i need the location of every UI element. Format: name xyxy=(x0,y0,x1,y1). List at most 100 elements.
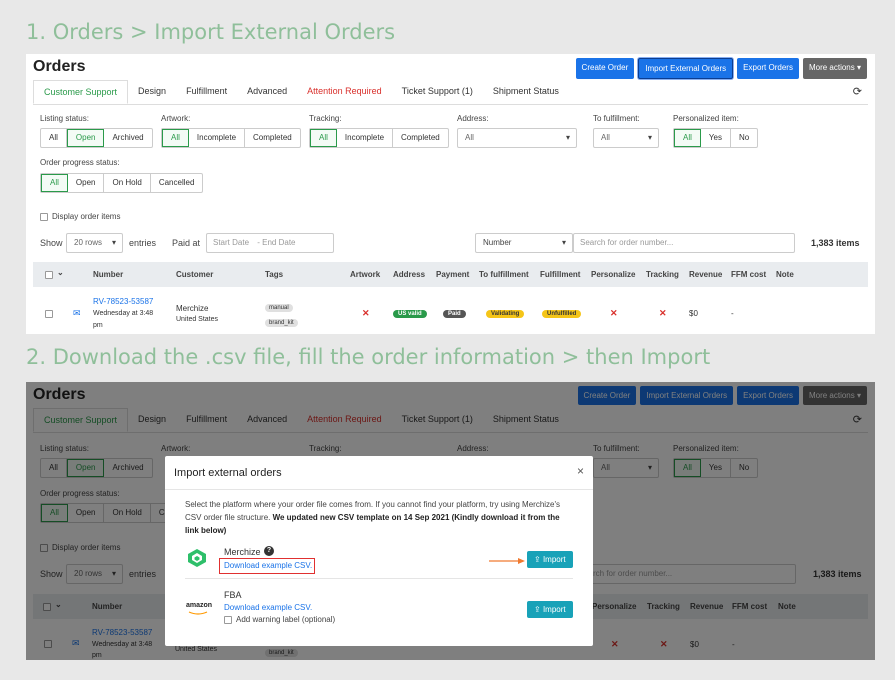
customer-country: United States xyxy=(176,316,219,323)
modal-description: Select the platform where your order fil… xyxy=(185,498,575,537)
merchize-name: Merchize xyxy=(224,547,261,557)
orders-panel-step1: Orders Create Order Import External Orde… xyxy=(26,54,875,334)
th-revenue: Revenue xyxy=(689,270,723,279)
personalized-no[interactable]: No xyxy=(731,129,757,147)
tab-ticket-support[interactable]: Ticket Support (1) xyxy=(392,80,483,104)
arrow-right-icon xyxy=(489,558,525,564)
amazon-smile-icon xyxy=(188,611,208,615)
help-icon[interactable]: ? xyxy=(264,546,274,556)
page-title: Orders xyxy=(33,58,86,75)
progress-cancelled[interactable]: Cancelled xyxy=(151,174,203,192)
th-fulfillment: Fulfillment xyxy=(540,270,581,279)
artwork-group: All Incomplete Completed xyxy=(161,128,301,148)
tab-design[interactable]: Design xyxy=(128,80,176,104)
artwork-label: Artwork: xyxy=(161,114,191,123)
listing-status-group: All Open Archived xyxy=(40,128,153,148)
address-label: Address: xyxy=(457,114,489,123)
modal-divider xyxy=(165,489,593,490)
create-order-button[interactable]: Create Order xyxy=(575,58,635,79)
th-customer: Customer xyxy=(176,270,214,279)
personalized-label: Personalized item: xyxy=(673,114,739,123)
tracking-incomplete[interactable]: Incomplete xyxy=(337,129,394,147)
fulfillment-badge: Unfulfilled xyxy=(542,310,582,318)
th-to-fulfillment: To fulfillment xyxy=(479,270,529,279)
search-input[interactable]: Search for order number... xyxy=(573,233,795,253)
tab-customer-support[interactable]: Customer Support xyxy=(33,80,129,104)
tracking-all[interactable]: All xyxy=(310,129,337,147)
th-payment: Payment xyxy=(436,270,470,279)
amazon-logo-icon: amazon xyxy=(186,602,213,609)
artwork-completed[interactable]: Completed xyxy=(245,129,300,147)
progress-all[interactable]: All xyxy=(41,174,68,192)
listing-archived[interactable]: Archived xyxy=(104,129,151,147)
progress-on-hold[interactable]: On Hold xyxy=(104,174,151,192)
artwork-incomplete[interactable]: Incomplete xyxy=(189,129,246,147)
to-fulfillment-select[interactable]: All xyxy=(593,128,659,148)
refresh-icon[interactable]: ⟳ xyxy=(853,85,862,98)
fba-download-csv-link[interactable]: Download example CSV. xyxy=(224,603,312,612)
close-icon[interactable]: × xyxy=(577,464,584,478)
progress-open[interactable]: Open xyxy=(68,174,105,192)
upload-icon: ⇪ xyxy=(534,555,541,564)
import-external-orders-button[interactable]: Import External Orders xyxy=(638,58,734,79)
rows-select[interactable]: 20 rows xyxy=(66,233,123,253)
personalized-group: All Yes No xyxy=(673,128,759,148)
personalized-yes[interactable]: Yes xyxy=(701,129,731,147)
warning-label-checkbox[interactable]: Add warning label (optional) xyxy=(224,615,335,624)
artwork-missing-icon: ✕ xyxy=(362,308,370,318)
personalize-missing-icon: ✕ xyxy=(610,308,618,318)
mail-icon[interactable]: ✉ xyxy=(73,308,81,319)
order-number-link[interactable]: RV-78523-53587 xyxy=(93,297,153,306)
end-date: - End Date xyxy=(257,238,296,247)
order-date-time: pm xyxy=(93,322,103,329)
th-address: Address xyxy=(393,270,426,279)
step2-title: 2. Download the .csv file, fill the orde… xyxy=(26,345,711,369)
th-personalize: Personalize xyxy=(591,270,636,279)
to-fulfillment-badge: Validating xyxy=(486,310,525,318)
tab-advanced[interactable]: Advanced xyxy=(237,80,297,104)
fba-name: FBA xyxy=(224,590,242,600)
artwork-all[interactable]: All xyxy=(162,129,189,147)
table-header: ⌄ Number Customer Tags Artwork Address P… xyxy=(33,262,868,287)
listing-open[interactable]: Open xyxy=(66,129,105,147)
step1-title: 1. Orders > Import External Orders xyxy=(26,20,396,44)
checkbox-icon xyxy=(224,615,232,624)
warning-label-text: Add warning label (optional) xyxy=(236,615,336,624)
highlight-box xyxy=(219,558,315,574)
fba-import-button[interactable]: ⇪ Import xyxy=(527,601,573,618)
th-artwork: Artwork xyxy=(350,270,381,279)
tab-attention-required[interactable]: Attention Required xyxy=(297,80,392,104)
display-items-checkbox[interactable]: Display order items xyxy=(40,212,120,221)
export-orders-button[interactable]: Export Orders xyxy=(737,58,799,79)
to-fulfillment-label: To fulfillment: xyxy=(593,114,640,123)
entries-label: entries xyxy=(129,238,157,248)
listing-status-label: Listing status: xyxy=(40,114,89,123)
upload-icon: ⇪ xyxy=(534,605,541,614)
personalized-all[interactable]: All xyxy=(674,129,701,147)
show-label: Show xyxy=(40,238,63,248)
th-tags: Tags xyxy=(265,270,284,279)
modal-title: Import external orders xyxy=(174,467,282,479)
chevron-down-icon[interactable]: ⌄ xyxy=(57,268,64,277)
tag-brand-kit: brand_kit xyxy=(265,319,298,327)
fba-import-label: Import xyxy=(542,605,566,614)
date-range-input[interactable]: Start Date - End Date xyxy=(206,233,334,253)
th-tracking: Tracking xyxy=(646,270,679,279)
paid-at-label: Paid at xyxy=(172,238,201,248)
tracking-missing-icon: ✕ xyxy=(659,308,667,318)
progress-group: All Open On Hold Cancelled xyxy=(40,173,204,193)
display-items-label: Display order items xyxy=(52,212,121,221)
row-checkbox[interactable] xyxy=(45,310,53,318)
select-all-checkbox[interactable] xyxy=(45,271,53,279)
search-by-select[interactable]: Number xyxy=(475,233,573,253)
tab-fulfillment[interactable]: Fulfillment xyxy=(176,80,237,104)
address-badge: US valid xyxy=(393,310,427,318)
listing-all[interactable]: All xyxy=(41,129,67,147)
tracking-label: Tracking: xyxy=(309,114,342,123)
address-select[interactable]: All xyxy=(457,128,577,148)
more-actions-button[interactable]: More actions ▾ xyxy=(802,58,867,79)
tracking-completed[interactable]: Completed xyxy=(393,129,448,147)
tab-shipment-status[interactable]: Shipment Status xyxy=(483,80,569,104)
merchize-import-button[interactable]: ⇪ Import xyxy=(527,551,573,568)
row-divider xyxy=(185,578,573,579)
